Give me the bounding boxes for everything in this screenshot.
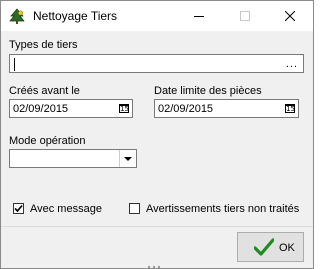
date-limite-pieces-label: Date limite des pièces (154, 85, 262, 97)
calendar-icon[interactable]: 15 (119, 104, 129, 113)
maximize-icon (240, 11, 250, 21)
avertissements-checkbox[interactable] (129, 203, 140, 214)
avec-message-label: Avec message (30, 203, 102, 215)
title-bar[interactable]: Nettoyage Tiers (1, 1, 313, 31)
crees-avant-le-date-field[interactable]: 02/09/2015 15 (9, 99, 133, 118)
checkmark-icon (14, 204, 23, 213)
dropdown-button[interactable] (119, 150, 136, 167)
window-title: Nettoyage Tiers (33, 9, 118, 23)
dialog-window: Nettoyage Tiers Types de tiers ... Créés… (0, 0, 314, 269)
ok-button[interactable]: OK (237, 232, 304, 262)
date-limite-pieces-value: 02/09/2015 (158, 103, 214, 115)
mode-operation-label: Mode opération (9, 135, 86, 147)
close-button[interactable] (267, 1, 313, 31)
close-icon (285, 11, 295, 21)
divider (1, 226, 313, 227)
calendar-icon[interactable]: 15 (285, 104, 295, 113)
minimize-button[interactable] (176, 1, 222, 31)
text-caret (14, 58, 15, 71)
types-de-tiers-input[interactable]: ... (9, 54, 304, 73)
chevron-down-icon (124, 156, 132, 161)
crees-avant-le-value: 02/09/2015 (13, 103, 69, 115)
browse-button[interactable]: ... (286, 58, 298, 70)
avec-message-checkbox[interactable] (13, 203, 24, 214)
ok-button-label: OK (279, 242, 295, 254)
resize-grip[interactable] (147, 265, 161, 268)
crees-avant-le-label: Créés avant le (9, 85, 80, 97)
avertissements-label: Avertissements tiers non traités (146, 203, 300, 215)
mode-operation-select[interactable] (9, 149, 137, 168)
maximize-button[interactable] (222, 1, 268, 31)
checkmark-icon (254, 238, 274, 256)
types-de-tiers-label: Types de tiers (9, 39, 78, 51)
date-limite-pieces-date-field[interactable]: 02/09/2015 15 (154, 99, 299, 118)
pine-tree-icon (9, 8, 25, 24)
minimize-icon (194, 16, 204, 17)
